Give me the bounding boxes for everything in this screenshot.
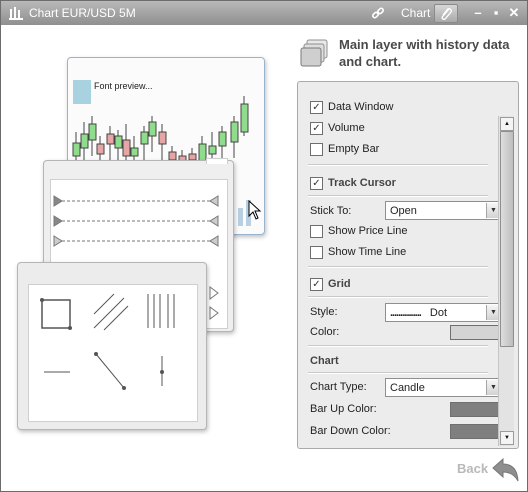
- stick-to-value: Open: [390, 204, 417, 217]
- volume-checkbox[interactable]: ✓: [310, 121, 323, 135]
- show-price-line-label: Show Price Line: [328, 225, 408, 237]
- title-bar: Chart EUR/USD 5M Chart – ▪ ✕: [1, 1, 527, 25]
- divider: [308, 266, 488, 268]
- chart-type-row: Chart Type:: [310, 379, 367, 395]
- divider: [308, 372, 488, 374]
- stick-to-row: Stick To:: [310, 203, 351, 219]
- paperclip-icon: [441, 8, 452, 20]
- track-cursor-checkbox[interactable]: ✓: [310, 176, 323, 190]
- bar-up-color-label: Bar Up Color:: [310, 403, 377, 415]
- paperclip-button[interactable]: [434, 4, 458, 23]
- bar-up-color-swatch[interactable]: [450, 402, 501, 417]
- show-time-line-option[interactable]: Show Time Line: [310, 244, 406, 260]
- layer-description: Main layer with history data and chart.: [339, 37, 510, 69]
- scroll-thumb[interactable]: [500, 131, 514, 347]
- track-cursor-label: Track Cursor: [328, 177, 396, 189]
- chart-section-title: Chart: [310, 355, 339, 367]
- show-price-line-option[interactable]: Show Price Line: [310, 223, 408, 239]
- link-icon[interactable]: [371, 6, 385, 20]
- grid-style-name: Dot: [429, 306, 448, 319]
- settings-panel: ✓ Data Window ✓ Volume Empty Bar ✓ Track…: [297, 81, 519, 449]
- maximize-icon[interactable]: ▪: [489, 5, 503, 20]
- grid-color-swatch[interactable]: [450, 325, 501, 340]
- back-arrow-icon[interactable]: [491, 457, 521, 483]
- layers-icon: [300, 39, 328, 67]
- empty-bar-option[interactable]: Empty Bar: [310, 141, 379, 157]
- mouse-cursor-icon: [248, 200, 262, 220]
- content-area: Font preview... Main layer with history …: [3, 26, 525, 490]
- divider: [308, 195, 488, 197]
- data-window-option[interactable]: ✓ Data Window: [310, 99, 393, 115]
- empty-bar-checkbox[interactable]: [310, 142, 323, 156]
- grid-checkbox[interactable]: ✓: [310, 277, 323, 291]
- back-button-label[interactable]: Back: [457, 461, 488, 476]
- minimize-icon[interactable]: –: [471, 5, 485, 20]
- settings-list: ✓ Data Window ✓ Volume Empty Bar ✓ Track…: [304, 82, 501, 448]
- chart-type-value: Candle: [390, 381, 425, 394]
- volume-option[interactable]: ✓ Volume: [310, 120, 365, 136]
- font-preview-label: Font preview...: [94, 81, 153, 91]
- data-window-checkbox[interactable]: ✓: [310, 100, 323, 114]
- scroll-up-icon[interactable]: ▲: [500, 117, 514, 131]
- grid-style-value: ............... Dot: [386, 307, 486, 319]
- grid-color-row: Color:: [310, 324, 339, 340]
- drawing-shapes-preview: [40, 293, 175, 390]
- volume-label: Volume: [328, 122, 365, 134]
- grid-label: Grid: [328, 278, 351, 290]
- empty-bar-label: Empty Bar: [328, 143, 380, 155]
- grid-option[interactable]: ✓ Grid: [310, 276, 351, 292]
- show-price-line-checkbox[interactable]: [310, 224, 323, 238]
- layers-illustration: Font preview...: [3, 26, 293, 490]
- window-title: Chart EUR/USD 5M: [29, 6, 136, 20]
- bar-down-color-swatch[interactable]: [450, 424, 501, 439]
- chart-type-select[interactable]: Candle ▼: [385, 378, 501, 397]
- data-window-label: Data Window: [328, 101, 394, 113]
- chart-tab-label[interactable]: Chart: [401, 6, 430, 20]
- show-time-line-label: Show Time Line: [328, 246, 407, 258]
- scroll-down-icon[interactable]: ▼: [500, 431, 514, 445]
- bar-down-color-label: Bar Down Color:: [310, 425, 391, 437]
- divider: [308, 345, 488, 347]
- close-icon[interactable]: ✕: [507, 5, 521, 20]
- stick-to-select[interactable]: Open ▼: [385, 201, 501, 220]
- chart-type-label: Chart Type:: [310, 381, 367, 393]
- dot-line-preview: ...............: [390, 306, 422, 319]
- panel-scrollbar[interactable]: ▲ ▼: [498, 116, 514, 446]
- bar-down-color-row: Bar Down Color:: [310, 423, 391, 439]
- divider: [308, 296, 488, 298]
- style-row: Style:: [310, 304, 338, 320]
- chart-section-header: Chart: [310, 353, 339, 369]
- grid-color-label: Color:: [310, 326, 340, 338]
- bar-up-color-row: Bar Up Color:: [310, 401, 377, 417]
- drawing-tools-card: [17, 262, 207, 430]
- show-time-line-checkbox[interactable]: [310, 245, 323, 259]
- chart-app-icon: [9, 7, 23, 20]
- stick-to-label: Stick To:: [310, 205, 352, 217]
- style-label: Style:: [310, 306, 338, 318]
- chart-settings-window: Chart EUR/USD 5M Chart – ▪ ✕ Font previe…: [0, 0, 528, 492]
- track-cursor-option[interactable]: ✓ Track Cursor: [310, 175, 396, 191]
- divider: [308, 164, 488, 166]
- grid-style-select[interactable]: ............... Dot ▼: [385, 303, 501, 322]
